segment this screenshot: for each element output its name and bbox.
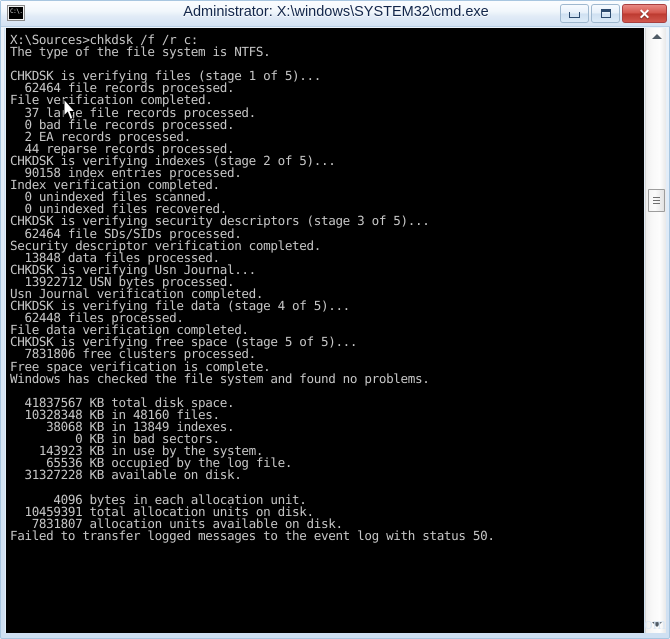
console-output-text: X:\Sources>chkdsk /f /r c: The type of t… [10, 32, 495, 543]
minimize-button[interactable] [560, 4, 589, 23]
console-output-area[interactable]: X:\Sources>chkdsk /f /r c: The type of t… [6, 28, 644, 633]
scrollbar-thumb[interactable] [648, 189, 665, 212]
caption-buttons: ✕ [560, 4, 667, 23]
close-button[interactable]: ✕ [622, 4, 667, 23]
maximize-button[interactable] [591, 4, 620, 23]
title-bar[interactable]: C:\. Administrator: X:\windows\SYSTEM32\… [1, 1, 670, 27]
console-window: C:\. Administrator: X:\windows\SYSTEM32\… [0, 0, 670, 639]
scroll-up-button[interactable] [646, 28, 667, 45]
vertical-scrollbar[interactable] [645, 28, 666, 633]
scrollbar-grip-icon [653, 195, 660, 206]
minimize-icon [569, 12, 580, 18]
scroll-up-arrow-icon [651, 34, 662, 39]
close-icon: ✕ [638, 5, 651, 22]
maximize-icon [600, 9, 611, 18]
watermark-text: om [644, 614, 666, 633]
